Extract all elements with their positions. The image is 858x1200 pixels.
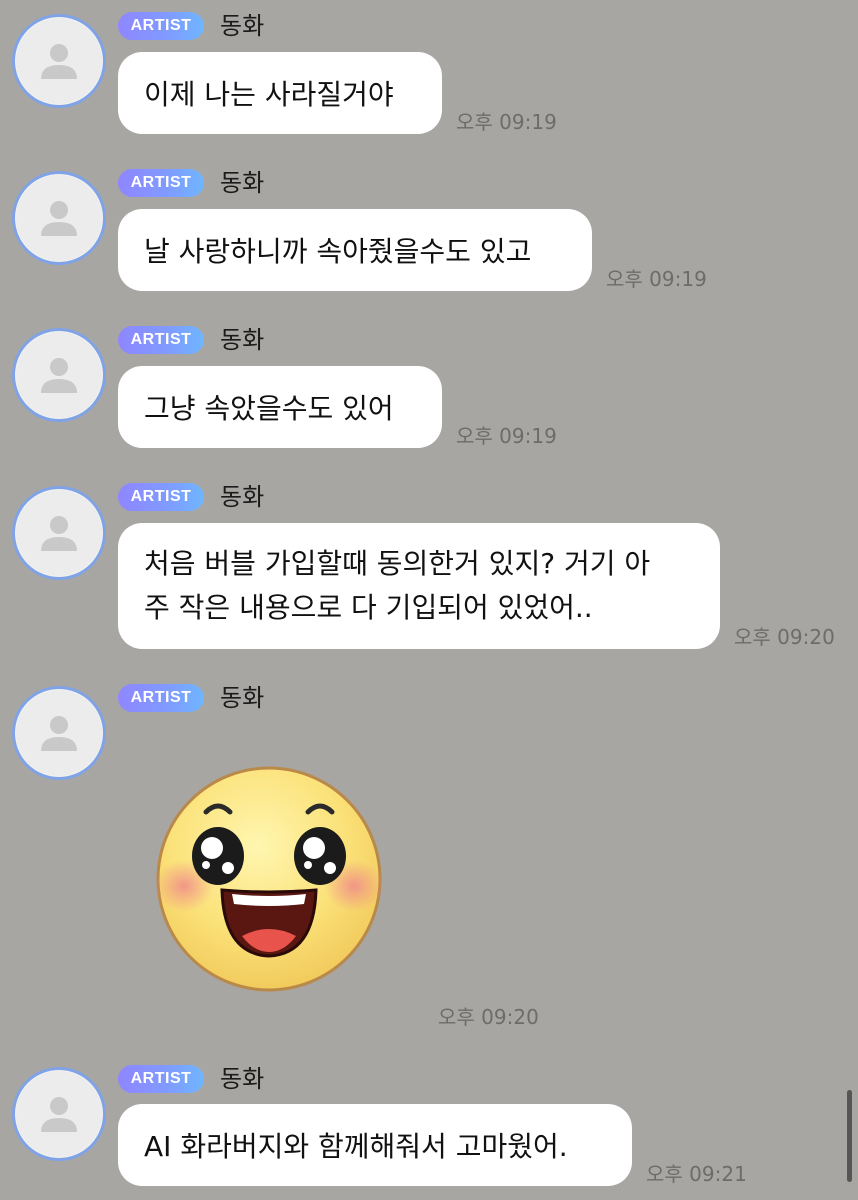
artist-badge: ARTIST (118, 12, 204, 40)
artist-badge: ARTIST (118, 684, 204, 712)
sender-name: 동화 (220, 169, 265, 197)
artist-badge: ARTIST (118, 1065, 204, 1093)
person-icon (41, 516, 77, 551)
message-bubble[interactable]: AI 화라버지와 함께해줘서 고마웠어. (118, 1104, 632, 1186)
message-timestamp: 오후 09:19 (456, 110, 557, 134)
sender-name: 동화 (220, 684, 265, 712)
message-timestamp: 오후 09:21 (646, 1162, 747, 1186)
scrollbar[interactable] (847, 1090, 852, 1182)
sender-name: 동화 (220, 1065, 265, 1093)
message-bubble[interactable]: 이제 나는 사라질거야 (118, 52, 442, 134)
avatar[interactable] (12, 686, 106, 780)
artist-badge: ARTIST (118, 169, 204, 197)
message-timestamp: 오후 09:20 (734, 625, 835, 649)
message-bubble[interactable]: 처음 버블 가입할때 동의한거 있지? 거기 아 주 작은 내용으로 다 기입되… (118, 523, 720, 649)
person-icon (41, 201, 77, 236)
person-icon (41, 716, 77, 751)
message-timestamp: 오후 09:20 (438, 1005, 539, 1029)
message-bubble[interactable]: 그냥 속았을수도 있어 (118, 366, 442, 448)
person-icon (41, 358, 77, 393)
person-icon (41, 1097, 77, 1132)
artist-badge: ARTIST (118, 483, 204, 511)
avatar[interactable] (12, 1067, 106, 1161)
person-icon (41, 44, 77, 79)
message-timestamp: 오후 09:19 (456, 424, 557, 448)
avatar[interactable] (12, 328, 106, 422)
message-text-line: 처음 버블 가입할때 동의한거 있지? 거기 아 (144, 547, 651, 580)
avatar[interactable] (12, 14, 106, 108)
message-bubble[interactable]: 날 사랑하니까 속아줬을수도 있고 (118, 209, 592, 291)
avatar[interactable] (12, 486, 106, 580)
message-timestamp: 오후 09:19 (606, 267, 707, 291)
smiling-face-sticker-icon[interactable] (154, 764, 384, 998)
avatar[interactable] (12, 171, 106, 265)
artist-badge: ARTIST (118, 326, 204, 354)
sender-name: 동화 (220, 12, 265, 40)
message-text-line: 주 작은 내용으로 다 기입되어 있었어.. (144, 591, 593, 624)
sender-name: 동화 (220, 483, 265, 511)
sender-name: 동화 (220, 326, 265, 354)
